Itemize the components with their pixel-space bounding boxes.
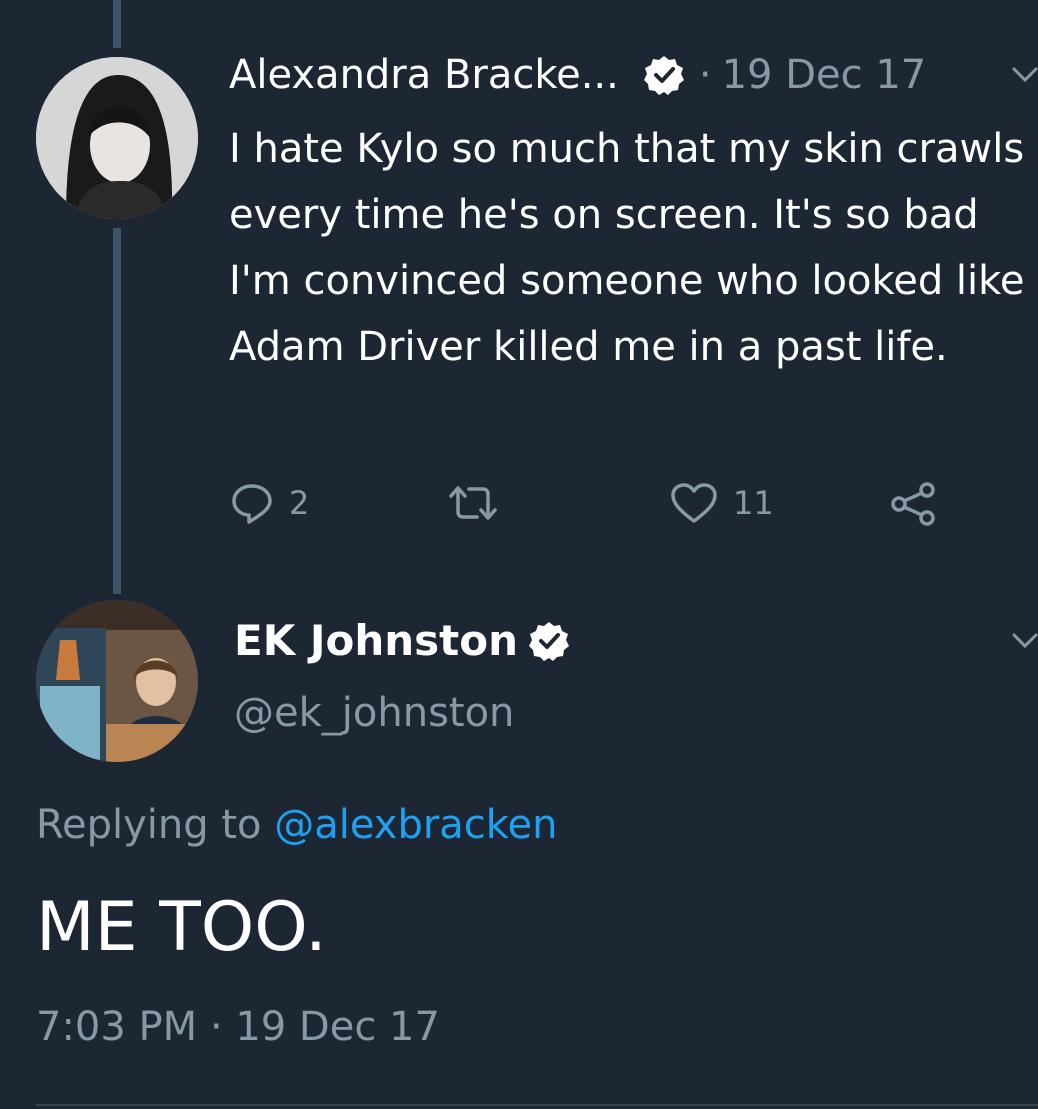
author-name[interactable]: Alexandra Bracke...	[229, 52, 619, 98]
tweet-text: I hate Kylo so much that my skin crawls …	[229, 126, 1025, 370]
reply-count: 2	[289, 484, 310, 522]
share-icon	[889, 480, 939, 526]
thread-connector-line	[113, 0, 121, 48]
chevron-down-icon[interactable]	[1012, 66, 1038, 84]
separator-dot: ·	[698, 52, 712, 98]
reply-icon	[229, 480, 275, 526]
chevron-down-icon[interactable]	[1012, 632, 1038, 650]
like-count: 11	[733, 484, 774, 522]
mention-link[interactable]: @alexbracken	[274, 802, 557, 848]
tweet-thread: Alexandra Bracke... · 19 Dec 17 I hate K…	[0, 0, 1038, 1109]
tweet-date[interactable]: 19 Dec 17	[722, 52, 927, 98]
verified-badge-icon	[528, 620, 570, 662]
heart-icon	[669, 480, 719, 526]
verified-badge-icon	[643, 54, 685, 96]
tweet-timestamp[interactable]: 7:03 PM · 19 Dec 17	[36, 1004, 440, 1050]
reply-text: ME TOO.	[36, 888, 327, 967]
avatar-photo	[36, 600, 198, 762]
share-button[interactable]	[889, 480, 939, 526]
like-button[interactable]: 11	[669, 480, 774, 526]
retweet-icon	[445, 480, 501, 526]
replying-to: Replying to @alexbracken	[36, 802, 557, 848]
tweet-header: Alexandra Bracke... · 19 Dec 17	[229, 52, 926, 98]
tweet-actions: 2 11	[229, 480, 949, 530]
reply-author[interactable]: EK Johnston	[234, 616, 570, 665]
author-name[interactable]: EK Johnston	[234, 616, 518, 665]
reply-button[interactable]: 2	[229, 480, 309, 526]
author-handle[interactable]: @ek_johnston	[234, 690, 514, 736]
retweet-button[interactable]	[445, 480, 501, 526]
avatar[interactable]	[36, 57, 198, 219]
divider	[36, 1104, 1038, 1106]
replying-prefix: Replying to	[36, 802, 262, 848]
thread-connector-line	[113, 228, 121, 594]
avatar-photo	[36, 57, 198, 219]
avatar[interactable]	[36, 600, 198, 762]
